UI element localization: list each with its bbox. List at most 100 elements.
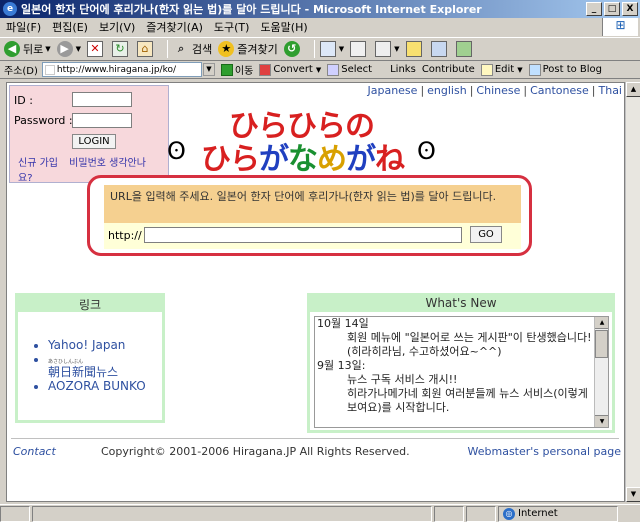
- news-date: 9월 13일:: [317, 359, 366, 372]
- site-logo[interactable]: ひらひらの ʘ ひらがなめがね ʘ: [167, 101, 447, 177]
- password-input[interactable]: [72, 113, 132, 128]
- url-go-button[interactable]: GO: [470, 226, 502, 243]
- refresh-button[interactable]: ↻: [112, 41, 131, 57]
- glasses-left-icon: ʘ: [167, 137, 186, 165]
- print-button[interactable]: [350, 41, 369, 57]
- menu-tools[interactable]: 도구(T): [214, 19, 250, 35]
- edit-page-button[interactable]: ▼: [375, 41, 400, 57]
- search-button[interactable]: ⌕ 검색: [173, 41, 212, 57]
- url-prefix: http://: [108, 229, 142, 242]
- go-button[interactable]: 이동: [220, 62, 253, 77]
- lang-thai-link[interactable]: Thai: [599, 84, 623, 97]
- folder-icon: [405, 41, 422, 57]
- chevron-down-icon: ▼: [315, 65, 322, 74]
- convert-icon: [259, 63, 272, 76]
- url-form: URL을 입력해 주세요. 일본어 한자 단어에 후리가나(한자 읽는 법)를 …: [87, 175, 532, 256]
- news-line: 히라가나메가네 회원 여러분들께 뉴스 서비스(이렇게 보여요)를 시작합니다.: [347, 387, 588, 414]
- link-asahi-news[interactable]: あさひしんぶん 朝日新聞뉴스: [48, 352, 162, 379]
- close-button[interactable]: X: [622, 2, 638, 16]
- url-form-inner: URL을 입력해 주세요. 일본어 한자 단어에 후리가나(한자 읽는 법)를 …: [104, 185, 521, 249]
- globe-icon: ◎: [503, 507, 515, 520]
- menu-help[interactable]: 도움말(H): [260, 19, 307, 35]
- page-scrollbar[interactable]: ▲ ▼: [625, 82, 640, 502]
- signup-link[interactable]: 신규 가입: [18, 158, 58, 169]
- back-button[interactable]: ◀ 뒤로 ▼: [4, 41, 51, 57]
- messenger-button[interactable]: [455, 41, 475, 57]
- address-input[interactable]: http://www.hiragana.jp/ko/: [41, 62, 202, 77]
- links-panel: 링크 Yahoo! Japan あさひしんぶん 朝日新聞뉴스 AOZORA BU…: [15, 293, 165, 423]
- menu-favorites[interactable]: 즐겨찾기(A): [146, 19, 203, 35]
- status-segment: [434, 505, 464, 522]
- home-button[interactable]: ⌂: [137, 41, 156, 57]
- lang-english-link[interactable]: english: [427, 84, 467, 97]
- minimize-button[interactable]: _: [586, 2, 602, 16]
- webmaster-link[interactable]: Webmaster's personal page: [468, 445, 622, 458]
- convert-button[interactable]: Convert ▼: [259, 63, 322, 76]
- book-icon: [430, 41, 447, 57]
- page-content: ID : Password : LOGIN 신규 가입 비밀번호 생각안나요? …: [6, 82, 625, 502]
- discuss-button[interactable]: [405, 41, 425, 57]
- history-button[interactable]: ↺: [283, 41, 303, 57]
- search-icon: ⌕: [177, 42, 185, 55]
- window-controls: _ □ X: [586, 2, 638, 16]
- forward-button[interactable]: ▶ ▼: [56, 41, 81, 57]
- url-input[interactable]: [144, 227, 462, 243]
- links-button[interactable]: Links: [390, 64, 416, 75]
- back-arrow-icon: ◀: [4, 41, 20, 57]
- stop-button[interactable]: ✕: [87, 41, 106, 57]
- lang-chinese-link[interactable]: Chinese: [476, 84, 520, 97]
- security-zone: ◎ Internet: [498, 505, 618, 522]
- chevron-down-icon: ▼: [338, 45, 345, 53]
- toolbar-divider: [313, 40, 315, 58]
- contact-link[interactable]: Contact: [13, 445, 56, 458]
- contribute-button[interactable]: Contribute: [422, 64, 475, 75]
- login-button[interactable]: LOGIN: [72, 134, 116, 149]
- messenger-icon: [455, 41, 472, 57]
- mail-button[interactable]: ▼: [319, 41, 345, 57]
- menu-file[interactable]: 파일(F): [6, 19, 41, 35]
- links-header: 링크: [18, 296, 162, 312]
- chevron-down-icon: ▼: [45, 45, 51, 53]
- lang-cantonese-link[interactable]: Cantonese: [530, 84, 589, 97]
- star-icon: ★: [218, 41, 235, 57]
- favorites-button[interactable]: ★ 즐겨찾기: [218, 41, 278, 57]
- scroll-thumb[interactable]: [595, 330, 608, 358]
- id-input[interactable]: [72, 92, 132, 107]
- refresh-icon: ↻: [112, 41, 129, 57]
- maximize-button[interactable]: □: [604, 2, 620, 16]
- news-scrollbar[interactable]: ▲ ▼: [594, 317, 608, 427]
- login-panel: ID : Password : LOGIN 신규 가입 비밀번호 생각안나요?: [9, 85, 169, 184]
- go-arrow-icon: [220, 63, 233, 76]
- research-button[interactable]: [430, 41, 450, 57]
- password-label: Password :: [14, 114, 73, 127]
- windows-logo-icon: ⊞: [602, 18, 638, 36]
- link-aozora-bunko[interactable]: AOZORA BUNKO: [48, 379, 162, 393]
- print-icon: [350, 41, 367, 57]
- title-bar: e 일본어 한자 단어에 후리가나(한자 읽는 법)를 달아 드립니다 - Mi…: [0, 0, 640, 18]
- scroll-down-icon[interactable]: ▼: [626, 487, 640, 502]
- chevron-down-icon: ▼: [517, 65, 523, 74]
- stop-icon: ✕: [87, 41, 104, 57]
- status-text: [32, 505, 432, 522]
- scroll-down-icon[interactable]: ▼: [595, 415, 608, 427]
- menu-view[interactable]: 보기(V): [99, 19, 135, 35]
- select-button[interactable]: Select: [327, 63, 372, 76]
- news-line: 뉴스 구독 서비스 개시!!: [347, 373, 458, 386]
- post-to-blog-button[interactable]: Post to Blog: [528, 63, 602, 76]
- url-instruction: URL을 입력해 주세요. 일본어 한자 단어에 후리가나(한자 읽는 법)를 …: [110, 190, 497, 203]
- menu-edit[interactable]: 편집(E): [52, 19, 88, 35]
- window-title: 일본어 한자 단어에 후리가나(한자 읽는 법)를 달아 드립니다 - Micr…: [21, 3, 482, 16]
- address-bar: 주소(D) http://www.hiragana.jp/ko/ ▼ 이동 Co…: [0, 61, 640, 79]
- link-yahoo-japan[interactable]: Yahoo! Japan: [48, 338, 162, 352]
- links-list: Yahoo! Japan あさひしんぶん 朝日新聞뉴스 AOZORA BUNKO: [48, 338, 162, 393]
- scroll-up-icon[interactable]: ▲: [595, 317, 608, 329]
- lang-japanese-link[interactable]: Japanese: [367, 84, 417, 97]
- scroll-up-icon[interactable]: ▲: [626, 82, 640, 97]
- id-label: ID :: [14, 94, 33, 107]
- news-scroll-area[interactable]: 10월 14일 회원 메뉴에 "일본어로 쓰는 게시판"이 탄생했습니다! (히…: [314, 316, 609, 428]
- logo-line2: ひらがなめがね: [201, 142, 405, 177]
- address-dropdown-button[interactable]: ▼: [202, 63, 215, 76]
- ie-icon: e: [3, 2, 17, 16]
- edit-button[interactable]: Edit ▼: [480, 63, 523, 76]
- select-icon: [327, 63, 340, 76]
